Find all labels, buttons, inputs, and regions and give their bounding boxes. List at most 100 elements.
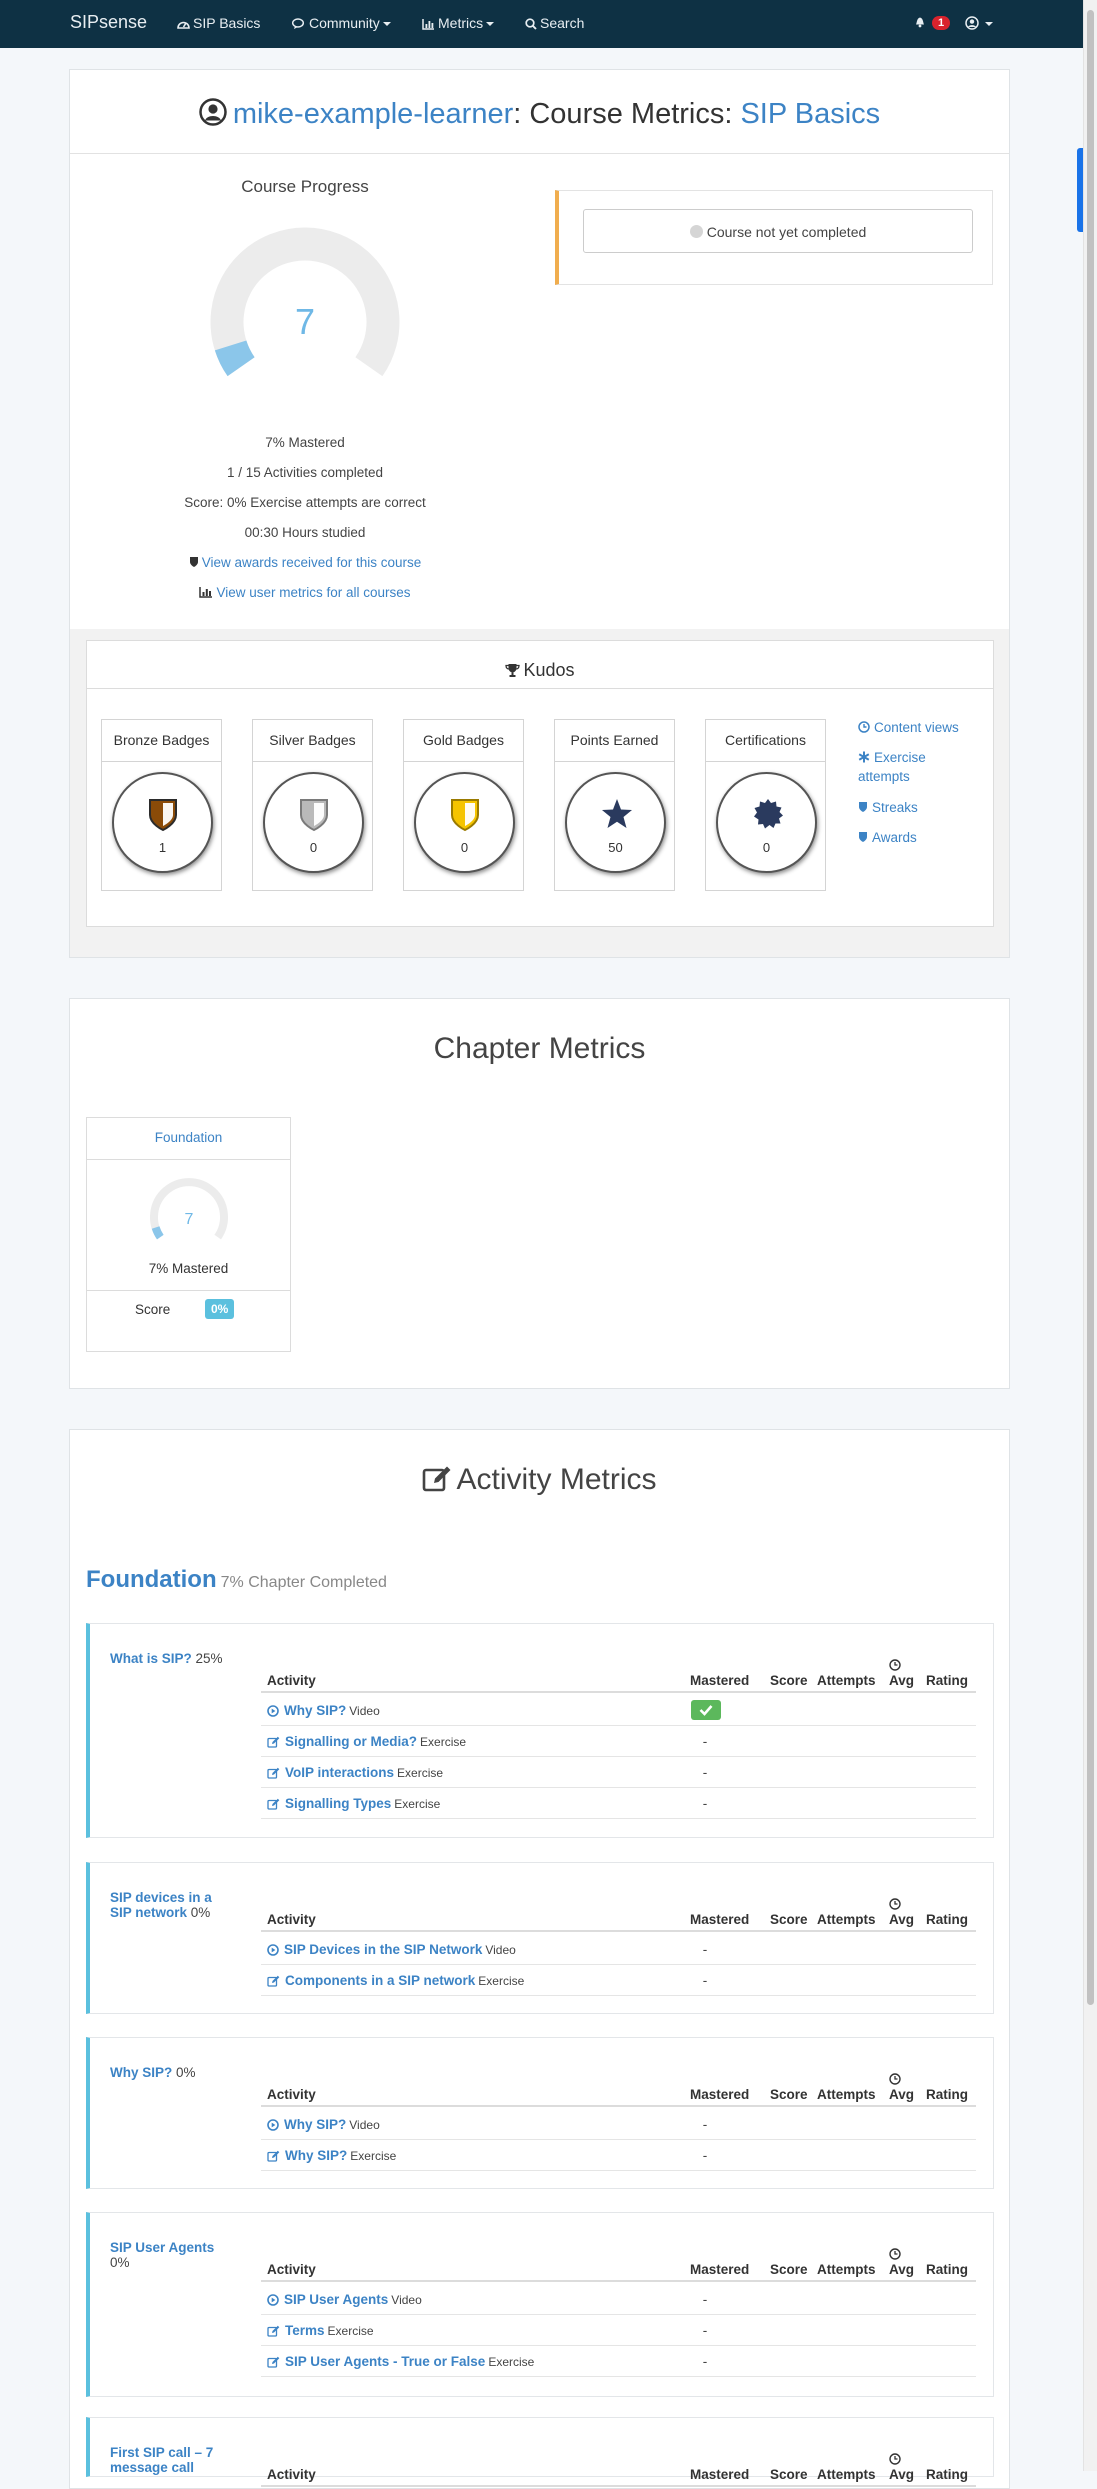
certifications-card[interactable]: Certifications 0 <box>705 719 826 891</box>
activity-type: Video <box>485 1943 516 1957</box>
column-header: Attempts <box>817 1673 876 1688</box>
nav-course-link[interactable]: SIP Basics <box>177 15 260 31</box>
table-row: Why SIP? Video - <box>261 2109 976 2140</box>
activity-topic-block: SIP User Agents 0% Activity Mastered Score A… <box>86 2212 994 2397</box>
column-header: Mastered <box>690 1912 749 1927</box>
activity-name[interactable]: VoIP interactions <box>285 1765 394 1780</box>
column-header: Avg <box>889 1659 915 1688</box>
activity-link[interactable]: Why SIP? Video <box>267 1703 380 1718</box>
brand-logo-link[interactable]: SIPsense <box>70 12 147 33</box>
view-awards-link[interactable]: View awards received for this course <box>155 555 455 570</box>
activity-name[interactable]: Signalling or Media? <box>285 1734 417 1749</box>
shield-icon <box>859 802 867 812</box>
column-header: Avg <box>889 1898 914 1927</box>
streaks-link[interactable]: Streaks <box>858 798 983 817</box>
nav-search-link[interactable]: Search <box>525 15 584 31</box>
silver-badges-card[interactable]: Silver Badges 0 <box>252 719 373 891</box>
activity-type: Video <box>349 2118 380 2132</box>
nav-community-dropdown[interactable]: Community <box>291 15 391 31</box>
chevron-down-icon <box>486 22 495 26</box>
badge-card-title: Bronze Badges <box>113 732 210 748</box>
content-views-link[interactable]: Content views <box>858 718 983 737</box>
activity-name[interactable]: Why SIP? <box>284 1703 346 1718</box>
awards-label[interactable]: Awards <box>872 830 917 845</box>
activity-link[interactable]: Why SIP? Video <box>267 2117 380 2132</box>
topic-name-link[interactable]: Why SIP? <box>110 2065 172 2080</box>
column-header: Attempts <box>817 2467 876 2482</box>
course-completion-box: Course not yet completed <box>555 190 993 285</box>
scrollbar-thumb[interactable] <box>1087 10 1094 2005</box>
mastered-value: - <box>702 1973 708 1988</box>
view-user-metrics-link[interactable]: View user metrics for all courses <box>155 585 455 600</box>
nav-community-label: Community <box>309 15 380 31</box>
column-header: Score <box>770 1912 808 1927</box>
activity-type: Video <box>391 2293 422 2307</box>
view-user-metrics-link-text[interactable]: View user metrics for all courses <box>216 585 410 600</box>
notifications-button[interactable]: 1 <box>914 13 951 30</box>
content-views-label[interactable]: Content views <box>874 720 959 735</box>
activity-topic-block: First SIP call – 7 message call Activity… <box>86 2417 994 2487</box>
user-menu-dropdown[interactable] <box>965 15 993 31</box>
mastered-value: - <box>702 1765 708 1780</box>
activity-link[interactable]: SIP Devices in the SIP Network Video <box>267 1942 516 1957</box>
topic-label: SIP devices in a SIP network 0% <box>110 1890 235 1920</box>
activity-name[interactable]: Components in a SIP network <box>285 1973 475 1988</box>
avg-time-clock <box>889 1898 901 1913</box>
activity-name[interactable]: SIP User Agents - True or False <box>285 2354 485 2369</box>
nav-metrics-dropdown[interactable]: Metrics <box>422 15 495 31</box>
activity-link[interactable]: VoIP interactions Exercise <box>267 1765 443 1780</box>
streaks-label[interactable]: Streaks <box>872 800 918 815</box>
topic-percent: 0% <box>176 2065 196 2080</box>
badge-count: 0 <box>762 840 771 855</box>
column-header-text: Score <box>770 2467 808 2482</box>
points-earned-card[interactable]: Points Earned 50 <box>554 719 675 891</box>
activity-link[interactable]: SIP User Agents Video <box>267 2292 422 2307</box>
course-link[interactable]: SIP Basics <box>740 98 880 130</box>
activity-link[interactable]: SIP User Agents - True or False Exercise <box>267 2354 534 2369</box>
badge-card-title: Points Earned <box>570 732 659 748</box>
chevron-down-icon <box>382 22 391 26</box>
chapter-heading-link[interactable]: Foundation <box>86 1566 217 1593</box>
chapter-name-link[interactable]: Foundation <box>87 1130 290 1145</box>
column-header-text: Avg <box>889 2262 915 2277</box>
gold-badges-card[interactable]: Gold Badges 0 <box>403 719 524 891</box>
table-row: Signalling or Media? Exercise - <box>261 1726 976 1757</box>
activity-name[interactable]: SIP Devices in the SIP Network <box>284 1942 482 1957</box>
topic-name-link[interactable]: SIP User Agents <box>110 2240 214 2255</box>
activity-link[interactable]: Signalling or Media? Exercise <box>267 1734 466 1749</box>
column-header-text: Attempts <box>817 2467 876 2482</box>
page-scrollbar[interactable] <box>1083 0 1097 2471</box>
mastered-value: - <box>702 1942 708 1957</box>
edit-icon <box>267 2356 280 2368</box>
activities-completed-text: 1 / 15 Activities completed <box>226 465 384 480</box>
view-awards-link-text[interactable]: View awards received for this course <box>202 555 422 570</box>
activity-metrics-title: Activity Metrics <box>69 1463 1010 1497</box>
chevron-down-icon <box>985 22 993 26</box>
activity-name[interactable]: SIP User Agents <box>284 2292 388 2307</box>
score-value: 0% <box>205 1299 235 1319</box>
column-header-text: Avg <box>889 1673 915 1688</box>
topic-percent: 25% <box>195 1651 223 1666</box>
course-progress-gauge: 7 <box>210 227 400 377</box>
activity-name[interactable]: Terms <box>285 2323 325 2338</box>
play-icon <box>267 1705 279 1717</box>
column-header: Avg <box>889 2248 915 2277</box>
topic-name-link[interactable]: What is SIP? <box>110 1651 192 1666</box>
activity-link[interactable]: Components in a SIP network Exercise <box>267 1973 524 1988</box>
activity-topic-block: SIP devices in a SIP network 0% Activity M… <box>86 1862 994 2014</box>
chapter-mastered-text: 7% Mastered <box>148 1261 229 1276</box>
shield-icon <box>149 799 177 832</box>
activity-name[interactable]: Why SIP? <box>285 2148 347 2163</box>
topic-percent: 0% <box>190 1905 211 1920</box>
activity-name[interactable]: Why SIP? <box>284 2117 346 2132</box>
bronze-badges-card[interactable]: Bronze Badges 1 <box>101 719 222 891</box>
awards-link[interactable]: Awards <box>858 828 983 847</box>
exercise-attempts-link[interactable]: Exercise attempts <box>858 748 958 786</box>
activity-link[interactable]: Terms Exercise <box>267 2323 374 2338</box>
user-profile-link[interactable]: mike-example-learner <box>233 98 513 130</box>
activity-name[interactable]: Signalling Types <box>285 1796 391 1811</box>
activity-link[interactable]: Why SIP? Exercise <box>267 2148 396 2163</box>
user-circle-icon <box>965 16 979 30</box>
activity-type: Exercise <box>327 2324 374 2338</box>
activity-link[interactable]: Signalling Types Exercise <box>267 1796 440 1811</box>
